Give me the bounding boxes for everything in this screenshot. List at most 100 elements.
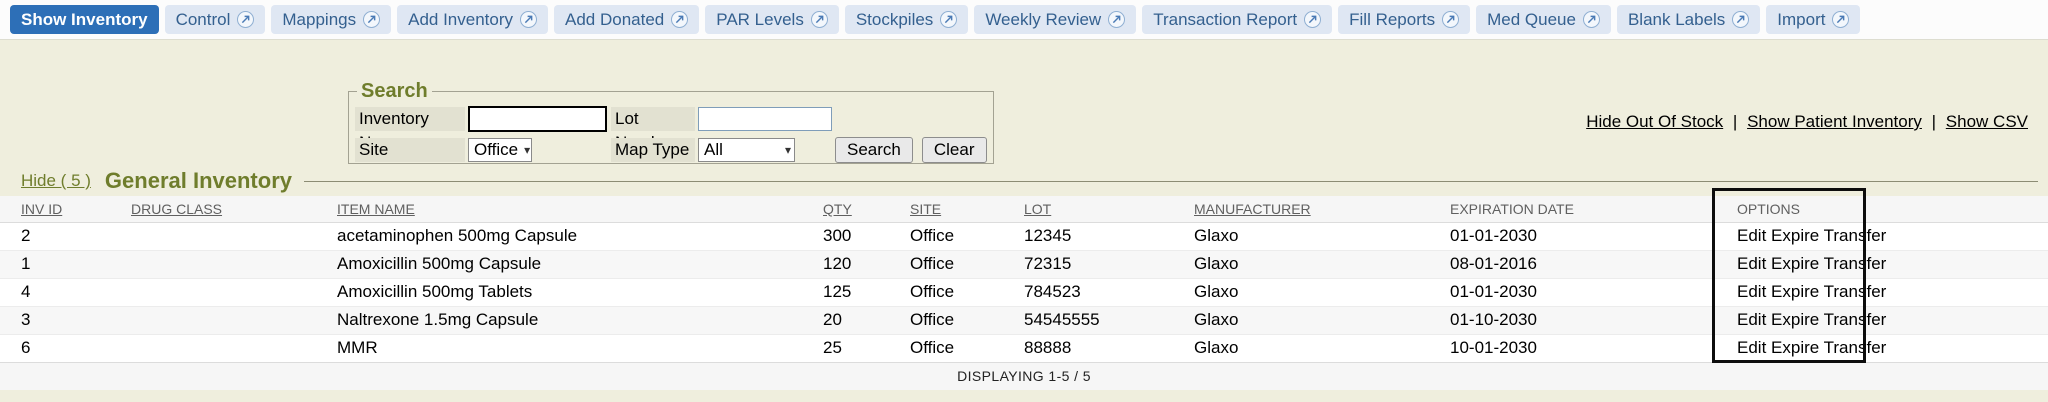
tab-transaction-report[interactable]: Transaction Report xyxy=(1142,5,1332,34)
cell-qty: 120 xyxy=(802,250,889,278)
inventory-name-input[interactable] xyxy=(468,106,607,132)
column-sort-link[interactable]: MANUFACTURER xyxy=(1194,201,1311,217)
popout-icon[interactable] xyxy=(1732,11,1749,28)
expire-link[interactable]: Expire xyxy=(1771,226,1819,245)
popout-icon[interactable] xyxy=(363,11,380,28)
popout-icon[interactable] xyxy=(811,11,828,28)
cell-drug-class xyxy=(110,222,316,250)
cell-item-name: Amoxicillin 500mg Capsule xyxy=(316,250,802,278)
transfer-link[interactable]: Transfer xyxy=(1824,282,1887,301)
inventory-row: 6MMR25Office88888Glaxo10-01-2030Edit Exp… xyxy=(0,334,2048,362)
transfer-link[interactable]: Transfer xyxy=(1824,226,1887,245)
clear-button[interactable]: Clear xyxy=(922,137,987,163)
popout-icon[interactable] xyxy=(1583,11,1600,28)
popout-icon[interactable] xyxy=(520,11,537,28)
lot-number-input[interactable] xyxy=(698,107,832,131)
cell-item-name: acetaminophen 500mg Capsule xyxy=(316,222,802,250)
cell-site: Office xyxy=(889,334,1003,362)
cell-options: Edit Expire Transfer xyxy=(1716,250,2048,278)
popout-icon[interactable] xyxy=(671,11,688,28)
column-sort-link[interactable]: LOT xyxy=(1024,201,1051,217)
edit-link[interactable]: Edit xyxy=(1737,282,1766,301)
hide-out-of-stock-link[interactable]: Hide Out Of Stock xyxy=(1586,112,1723,131)
tab-mappings[interactable]: Mappings xyxy=(271,5,391,34)
edit-link[interactable]: Edit xyxy=(1737,226,1766,245)
cell-drug-class xyxy=(110,334,316,362)
paging-status: DISPLAYING 1-5 / 5 xyxy=(0,362,2048,390)
tab-label: Import xyxy=(1777,10,1825,30)
popout-icon[interactable] xyxy=(940,11,957,28)
column-sort-link[interactable]: DRUG CLASS xyxy=(131,201,222,217)
table-header-row: INV ID DRUG CLASS ITEM NAME QTY SITE LOT MANUF… xyxy=(0,196,2048,222)
table-footer-row: DISPLAYING 1-5 / 5 xyxy=(0,362,2048,390)
tab-label: Blank Labels xyxy=(1628,10,1725,30)
cell-inv-id: 1 xyxy=(0,250,110,278)
cell-qty: 300 xyxy=(802,222,889,250)
column-header-site[interactable]: SITE xyxy=(889,196,1003,222)
column-header-qty[interactable]: QTY xyxy=(802,196,889,222)
tab-med-queue[interactable]: Med Queue xyxy=(1476,5,1611,34)
column-header-item-name[interactable]: ITEM NAME xyxy=(316,196,802,222)
inventory-row: 4Amoxicillin 500mg Tablets125Office78452… xyxy=(0,278,2048,306)
cell-item-name: Amoxicillin 500mg Tablets xyxy=(316,278,802,306)
tab-fill-reports[interactable]: Fill Reports xyxy=(1338,5,1470,34)
tab-par-levels[interactable]: PAR Levels xyxy=(705,5,839,34)
show-patient-inventory-link[interactable]: Show Patient Inventory xyxy=(1747,112,1922,131)
transfer-link[interactable]: Transfer xyxy=(1824,338,1887,357)
column-sort-link[interactable]: SITE xyxy=(910,201,941,217)
tab-add-donated[interactable]: Add Donated xyxy=(554,5,699,34)
cell-manufacturer: Glaxo xyxy=(1173,222,1429,250)
cell-options: Edit Expire Transfer xyxy=(1716,306,2048,334)
column-header-manufacturer[interactable]: MANUFACTURER xyxy=(1173,196,1429,222)
expire-link[interactable]: Expire xyxy=(1771,282,1819,301)
expire-link[interactable]: Expire xyxy=(1771,338,1819,357)
cell-inv-id: 6 xyxy=(0,334,110,362)
edit-link[interactable]: Edit xyxy=(1737,338,1766,357)
tab-control[interactable]: Control xyxy=(165,5,266,34)
search-button[interactable]: Search xyxy=(835,137,913,163)
transfer-link[interactable]: Transfer xyxy=(1824,310,1887,329)
inventory-table: INV ID DRUG CLASS ITEM NAME QTY SITE LOT MANUF… xyxy=(0,196,2048,390)
popout-icon[interactable] xyxy=(1442,11,1459,28)
edit-link[interactable]: Edit xyxy=(1737,310,1766,329)
tab-weekly-review[interactable]: Weekly Review xyxy=(974,5,1136,34)
column-header-inv-id[interactable]: INV ID xyxy=(0,196,110,222)
cell-options: Edit Expire Transfer xyxy=(1716,222,2048,250)
expire-link[interactable]: Expire xyxy=(1771,310,1819,329)
column-header-lot[interactable]: LOT xyxy=(1003,196,1173,222)
section-header: Hide ( 5 ) General Inventory xyxy=(21,166,2038,196)
cell-manufacturer: Glaxo xyxy=(1173,278,1429,306)
tab-add-inventory[interactable]: Add Inventory xyxy=(397,5,548,34)
expire-link[interactable]: Expire xyxy=(1771,254,1819,273)
tab-show-inventory[interactable]: Show Inventory xyxy=(10,5,159,34)
popout-icon[interactable] xyxy=(1304,11,1321,28)
tab-blank-labels[interactable]: Blank Labels xyxy=(1617,5,1760,34)
popout-icon[interactable] xyxy=(1832,11,1849,28)
cell-qty: 125 xyxy=(802,278,889,306)
column-header-drug-class[interactable]: DRUG CLASS xyxy=(110,196,316,222)
map-type-select[interactable]: All ▾ xyxy=(698,138,795,162)
cell-expiration-date: 01-10-2030 xyxy=(1429,306,1716,334)
edit-link[interactable]: Edit xyxy=(1737,254,1766,273)
column-sort-link[interactable]: QTY xyxy=(823,201,852,217)
popout-icon[interactable] xyxy=(1108,11,1125,28)
cell-inv-id: 2 xyxy=(0,222,110,250)
site-select[interactable]: Office ▾ xyxy=(468,138,532,162)
hide-section-link[interactable]: Hide ( 5 ) xyxy=(21,171,91,191)
cell-manufacturer: Glaxo xyxy=(1173,250,1429,278)
popout-icon[interactable] xyxy=(237,11,254,28)
map-type-label: Map Type xyxy=(611,138,695,162)
inventory-name-label: Inventory Name xyxy=(355,107,465,131)
column-sort-link[interactable]: ITEM NAME xyxy=(337,201,415,217)
site-label: Site xyxy=(355,138,465,162)
show-csv-link[interactable]: Show CSV xyxy=(1946,112,2028,131)
tab-label: Fill Reports xyxy=(1349,10,1435,30)
column-sort-link[interactable]: INV ID xyxy=(21,201,62,217)
site-select-value: Office xyxy=(474,140,518,160)
tab-import[interactable]: Import xyxy=(1766,5,1860,34)
tab-label: Mappings xyxy=(282,10,356,30)
column-header-options: OPTIONS xyxy=(1716,196,2048,222)
tab-stockpiles[interactable]: Stockpiles xyxy=(845,5,968,34)
inventory-row: 2acetaminophen 500mg Capsule300Office123… xyxy=(0,222,2048,250)
transfer-link[interactable]: Transfer xyxy=(1824,254,1887,273)
